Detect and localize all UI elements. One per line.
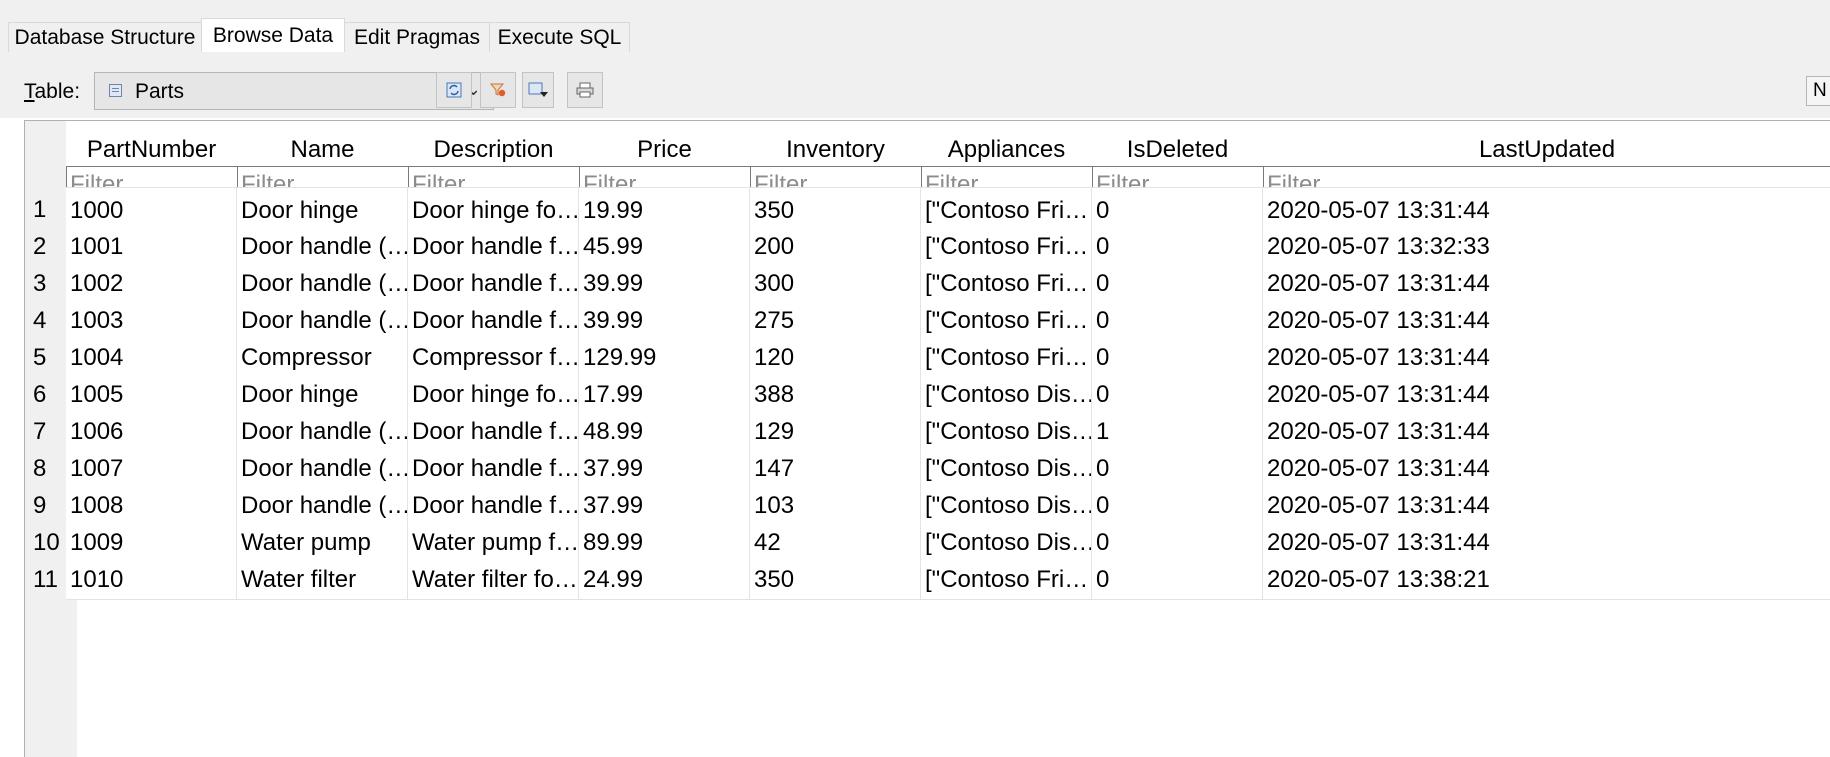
table-row[interactable]: 11 1010 Water filter Water filter fo… 24.99 3… [25,557,1830,600]
selected-table-name: Parts [135,80,185,103]
new-record-button[interactable]: N [1806,76,1830,106]
clear-filters-icon [489,83,506,97]
main-tab-bar: Database Structure Browse Data Edit Prag… [0,0,1830,53]
data-grid: PartNumberNameDescriptionPriceInventoryA… [24,120,1830,757]
cell-partnumber[interactable]: 1010 [66,557,237,600]
tab-browse-data[interactable]: Browse Data [201,18,345,53]
table-icon [109,84,122,97]
column-header-name[interactable]: Name [237,121,409,167]
cell-name[interactable]: Water filter [237,557,408,600]
column-header-description[interactable]: Description [408,121,580,167]
cell-inventory[interactable]: 350 [750,557,921,600]
column-header-partnumber[interactable]: PartNumber [66,121,238,167]
table-select[interactable]: Parts ⌄ [94,72,494,110]
save-table-icon [528,82,548,97]
print-button[interactable] [567,72,603,108]
cell-price[interactable]: 24.99 [579,557,750,600]
tab-edit-pragmas[interactable]: Edit Pragmas [344,22,490,52]
cell-isdeleted[interactable]: 0 [1092,557,1263,600]
cell-description[interactable]: Water filter fo… [408,557,579,600]
tab-execute-sql[interactable]: Execute SQL [489,22,630,52]
print-icon [576,82,594,98]
column-header-appliances[interactable]: Appliances [921,121,1093,167]
column-header-inventory[interactable]: Inventory [750,121,922,167]
clear-filters-button[interactable] [480,72,516,108]
refresh-button[interactable] [436,72,472,108]
cell-lastupdated[interactable]: 2020-05-07 13:38:21 [1263,557,1830,600]
cell-appliances[interactable]: ["Contoso Fri… [921,557,1092,600]
save-table-button[interactable] [522,72,554,108]
column-header-price[interactable]: Price [579,121,751,167]
column-header-lastupdated[interactable]: LastUpdated [1263,121,1830,167]
refresh-icon [446,82,462,98]
table-label: Table: [24,80,81,103]
sqlite-browser-window: Database Structure Browse Data Edit Prag… [0,0,1830,757]
tab-database-structure[interactable]: Database Structure [8,22,202,52]
column-header-isdeleted[interactable]: IsDeleted [1092,121,1264,167]
